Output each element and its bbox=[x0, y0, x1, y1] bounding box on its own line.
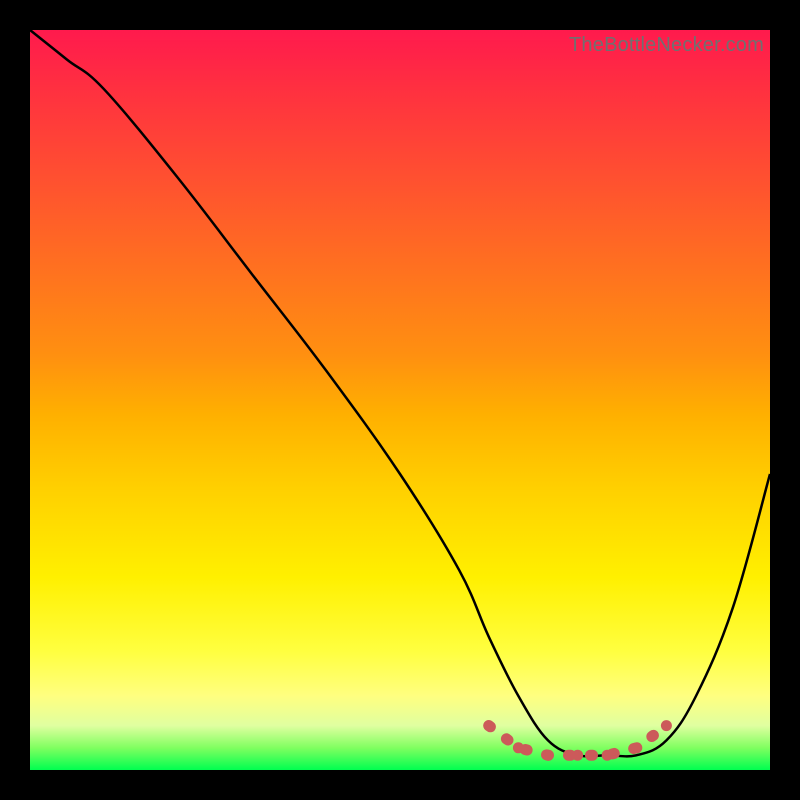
chart-frame: TheBottleNecker.com bbox=[30, 30, 770, 770]
attribution-text: TheBottleNecker.com bbox=[569, 34, 764, 57]
bottleneck-curve bbox=[30, 30, 770, 770]
